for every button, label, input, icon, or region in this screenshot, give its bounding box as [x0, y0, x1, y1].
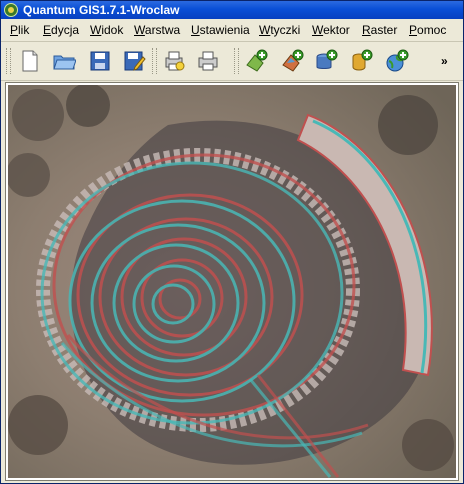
menu-wektor[interactable]: Wektor [312, 23, 350, 37]
aerial-raster-image [8, 85, 456, 478]
window-title: Quantum GIS1.7.1-Wroclaw [23, 3, 180, 17]
menu-edycja[interactable]: Edycja [43, 23, 79, 37]
menu-widok[interactable]: Widok [90, 23, 123, 37]
menu-wtyczki[interactable]: Wtyczki [259, 23, 300, 37]
add-raster-layer-icon[interactable] [281, 49, 305, 73]
menu-raster[interactable]: Raster [362, 23, 397, 37]
menu-pomoc[interactable]: Pomoc [409, 23, 446, 37]
save-project-icon[interactable] [88, 49, 112, 73]
title-bar[interactable]: Quantum GIS1.7.1-Wroclaw [1, 1, 463, 19]
toolbar-grip[interactable] [6, 48, 11, 74]
qgis-window: Quantum GIS1.7.1-Wroclaw Plik Edycja Wid… [0, 0, 464, 484]
print-composer-icon[interactable] [162, 49, 186, 73]
qgis-logo-icon [4, 3, 18, 17]
print-icon[interactable] [196, 49, 220, 73]
toolbar-grip-3[interactable] [234, 48, 239, 74]
add-spatialite-layer-icon[interactable] [349, 49, 373, 73]
main-toolbar: » [1, 42, 463, 81]
menu-ustawienia[interactable]: Ustawienia [191, 23, 250, 37]
save-as-icon[interactable] [122, 49, 146, 73]
add-vector-layer-icon[interactable] [245, 49, 269, 73]
menu-plik[interactable]: Plik [10, 23, 29, 37]
toolbar-grip-2[interactable] [152, 48, 157, 74]
open-project-icon[interactable] [52, 49, 77, 73]
add-postgis-layer-icon[interactable] [314, 49, 338, 73]
map-canvas[interactable] [5, 82, 459, 481]
toolbar-overflow-chevron[interactable]: » [441, 54, 448, 68]
menu-bar: Plik Edycja Widok Warstwa Ustawienia Wty… [1, 19, 463, 42]
new-project-icon[interactable] [18, 49, 42, 73]
menu-warstwa[interactable]: Warstwa [134, 23, 180, 37]
add-wms-layer-icon[interactable] [385, 49, 409, 73]
